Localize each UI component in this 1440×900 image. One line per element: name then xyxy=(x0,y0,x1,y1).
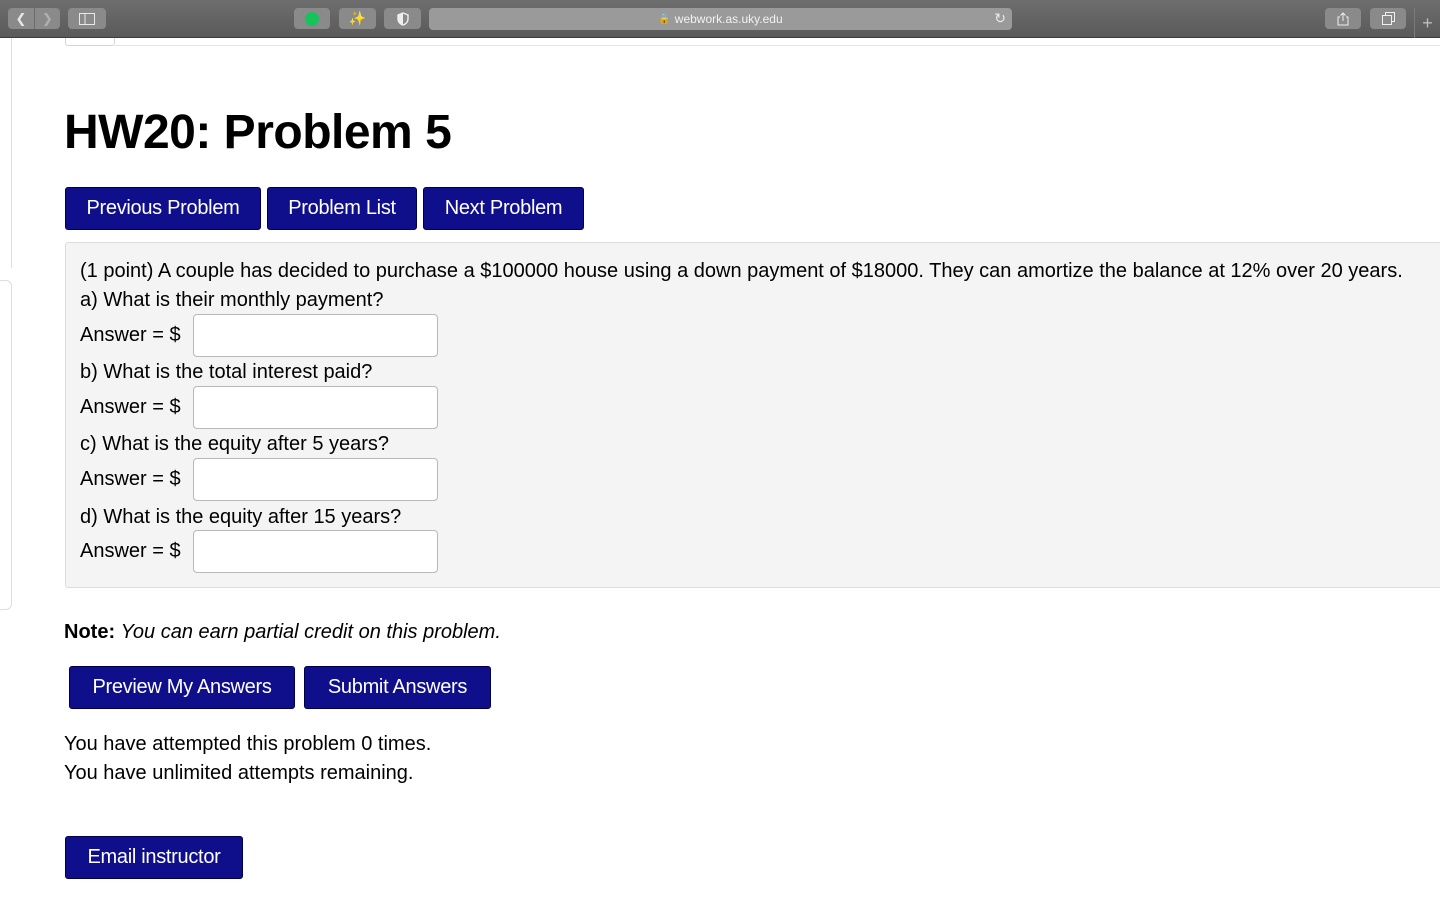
note-label: Note: xyxy=(64,621,116,643)
previous-problem-button[interactable]: Previous Problem xyxy=(65,187,261,230)
problem-intro: (1 point) A couple has decided to purcha… xyxy=(80,260,1403,282)
share-icon[interactable] xyxy=(1325,8,1361,29)
remaining-attempts-text: You have unlimited attempts remaining. xyxy=(64,762,414,784)
address-bar[interactable]: 🔒 webwork.as.uky.edu ↻ xyxy=(429,8,1012,30)
accessibility-extension-icon[interactable]: ✨ xyxy=(339,8,376,29)
next-problem-button[interactable]: Next Problem xyxy=(423,187,584,230)
grammarly-extension-icon[interactable] xyxy=(294,8,330,29)
reload-icon[interactable]: ↻ xyxy=(994,10,1006,27)
forward-icon[interactable]: ❯ xyxy=(34,8,60,29)
question-a: a) What is their monthly payment? xyxy=(80,289,384,311)
note-text: You can earn partial credit on this prob… xyxy=(120,621,501,643)
divider xyxy=(115,45,1440,46)
problem-box: (1 point) A couple has decided to purcha… xyxy=(65,242,1440,588)
top-stub xyxy=(65,38,115,46)
answer-label: Answer = $ xyxy=(80,324,181,346)
left-panel-edge xyxy=(0,280,12,610)
answer-label: Answer = $ xyxy=(80,396,181,418)
question-c: c) What is the equity after 5 years? xyxy=(80,433,390,455)
answer-input-d[interactable] xyxy=(193,530,438,573)
sidebar-icon[interactable] xyxy=(68,8,106,29)
problem-list-button[interactable]: Problem List xyxy=(267,187,417,230)
back-icon[interactable]: ❮ xyxy=(8,8,34,29)
question-d: d) What is the equity after 15 years? xyxy=(80,506,402,528)
submit-answers-button[interactable]: Submit Answers xyxy=(304,666,491,709)
browser-toolbar: ❮ ❯ ✨ 🔒 webwork.as.uky.edu ↻ + xyxy=(0,0,1440,38)
page-title: HW20: Problem 5 xyxy=(64,106,452,159)
question-b: b) What is the total interest paid? xyxy=(80,361,373,383)
answer-input-c[interactable] xyxy=(193,458,438,501)
back-forward-buttons: ❮ ❯ xyxy=(8,8,60,29)
left-rail xyxy=(0,38,12,268)
lock-icon: 🔒 xyxy=(658,13,671,25)
answer-input-b[interactable] xyxy=(193,386,438,429)
email-instructor-button[interactable]: Email instructor xyxy=(65,836,243,879)
tabs-overview-icon[interactable] xyxy=(1370,8,1406,29)
preview-answers-button[interactable]: Preview My Answers xyxy=(69,666,295,709)
attempts-text: You have attempted this problem 0 times. xyxy=(64,733,432,755)
answer-label: Answer = $ xyxy=(80,468,181,490)
answer-input-a[interactable] xyxy=(193,314,438,357)
url-text: webwork.as.uky.edu xyxy=(674,12,783,26)
shield-icon[interactable] xyxy=(384,8,421,29)
partial-credit-note: Note: You can earn partial credit on thi… xyxy=(64,621,501,644)
new-tab-icon[interactable]: + xyxy=(1414,8,1440,38)
answer-label: Answer = $ xyxy=(80,540,181,562)
